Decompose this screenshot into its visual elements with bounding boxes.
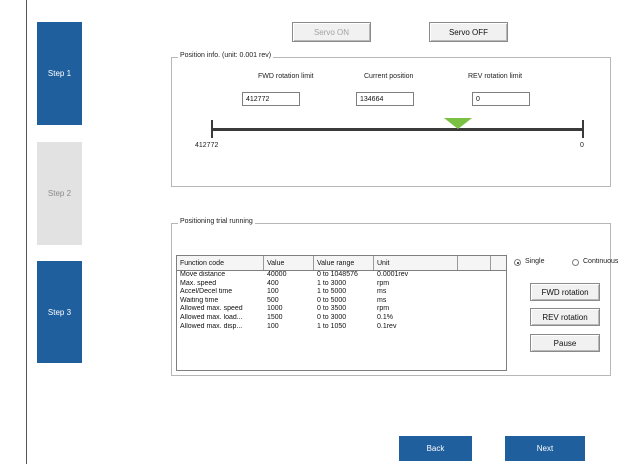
cell-value: 1000 (267, 305, 283, 313)
cell-value-range: 0 to 3000 (317, 313, 347, 321)
cell-function-code: Allowed max. load... (180, 313, 243, 321)
rev-rotation-label: REV rotation (542, 312, 588, 322)
table-row[interactable]: Allowed max. disp... 100 1 to 1050 0.1rev (177, 323, 506, 332)
cell-function-code: Allowed max. speed (180, 305, 243, 313)
cell-value-range: 1 to 3000 (317, 279, 347, 287)
table-row[interactable]: Waiting time 500 0 to 5000 ms (177, 297, 506, 306)
table-row[interactable]: Max. speed 400 1 to 3000 rpm (177, 280, 506, 289)
continuous-label: Continuous (583, 258, 619, 265)
cell-unit: 0.1rev (377, 322, 397, 330)
rev-rotation-button[interactable]: REV rotation (530, 308, 600, 326)
fwd-limit-value: 412772 (246, 95, 270, 103)
step-2-tab[interactable]: Step 2 (37, 142, 82, 245)
cell-function-code: Move distance (180, 271, 226, 278)
cell-value: 1500 (267, 313, 283, 321)
servo-off-label: Servo OFF (448, 27, 489, 37)
cell-unit: 0.1% (377, 313, 393, 321)
rev-limit-field[interactable]: 0 (472, 92, 530, 106)
cell-value-range: 0 to 5000 (317, 296, 347, 304)
trial-running-title: Positioning trial running (178, 218, 255, 225)
cell-function-code: Max. speed (180, 279, 217, 287)
position-scale-bar (211, 128, 584, 131)
scale-right-tick (582, 120, 584, 138)
table-body: Move distance 40000 0 to 1048576 0.0001rev M… (177, 271, 506, 331)
step-1-label: Step 1 (47, 69, 72, 78)
cell-unit: rpm (377, 305, 390, 313)
fwd-limit-field[interactable]: 412772 (242, 92, 300, 106)
position-info-title: Position info. (unit: 0.001 rev) (178, 52, 274, 59)
cell-value-range: 0 to 1048576 (317, 271, 358, 278)
current-position-field[interactable]: 134664 (356, 92, 414, 106)
cell-value-range: 1 to 5000 (317, 288, 347, 296)
step-3-label: Step 3 (47, 307, 72, 317)
cell-unit: 0.0001rev (377, 271, 409, 278)
cell-value: 40000 (267, 271, 287, 278)
cell-value: 100 (267, 322, 279, 330)
servo-off-button[interactable]: Servo OFF (429, 22, 508, 42)
table-row[interactable]: Accel/Decel time 100 1 to 5000 ms (177, 288, 506, 297)
current-position-label: Current position (364, 73, 414, 80)
parameter-table[interactable]: Function code Value Value range Unit Mov… (176, 255, 507, 371)
col-extra (458, 256, 491, 270)
pause-button[interactable]: Pause (530, 334, 600, 352)
table-row[interactable]: Allowed max. load... 1500 0 to 3000 0.1% (177, 314, 506, 323)
table-row[interactable]: Move distance 40000 0 to 1048576 0.0001rev (177, 271, 506, 280)
scale-right-value: 0 (580, 142, 584, 149)
back-button[interactable]: Back (399, 436, 472, 461)
servo-on-button[interactable]: Servo ON (292, 22, 371, 42)
cell-value: 100 (267, 288, 279, 296)
current-position-marker-icon (444, 118, 472, 129)
cell-function-code: Waiting time (180, 296, 219, 304)
cell-value: 400 (267, 279, 279, 287)
col-value[interactable]: Value (264, 256, 314, 270)
fwd-limit-label: FWD rotation limit (258, 73, 314, 80)
table-row[interactable]: Allowed max. speed 1000 0 to 3500 rpm (177, 305, 506, 314)
current-position-value: 134664 (360, 95, 384, 103)
cell-function-code: Accel/Decel time (180, 288, 233, 296)
next-label: Next (536, 444, 554, 453)
col-value-range[interactable]: Value range (314, 256, 374, 270)
scale-left-value: 412772 (195, 142, 219, 149)
step-1-tab[interactable]: Step 1 (37, 22, 82, 125)
single-label: Single (525, 258, 545, 265)
fwd-rotation-button[interactable]: FWD rotation (530, 283, 600, 301)
cell-function-code: Allowed max. disp... (180, 322, 243, 330)
back-label: Back (426, 444, 445, 453)
cell-value-range: 1 to 1050 (317, 322, 347, 330)
continuous-radio[interactable] (572, 259, 579, 266)
rev-limit-value: 0 (476, 95, 480, 103)
next-button[interactable]: Next (505, 436, 585, 461)
step-3-tab[interactable]: Step 3 (37, 261, 82, 363)
table-header: Function code Value Value range Unit (177, 256, 506, 271)
cell-value-range: 0 to 3500 (317, 305, 347, 313)
col-function-code[interactable]: Function code (177, 256, 264, 270)
cell-unit: ms (377, 288, 387, 296)
step-2-label: Step 2 (47, 189, 72, 198)
servo-on-label: Servo ON (313, 27, 350, 37)
cell-value: 500 (267, 296, 279, 304)
single-radio[interactable] (514, 259, 521, 266)
fwd-rotation-label: FWD rotation (541, 287, 589, 297)
rev-limit-label: REV rotation limit (468, 73, 523, 80)
col-unit[interactable]: Unit (374, 256, 458, 270)
pause-label: Pause (553, 338, 577, 348)
cell-unit: rpm (377, 279, 390, 287)
cell-unit: ms (377, 296, 387, 304)
